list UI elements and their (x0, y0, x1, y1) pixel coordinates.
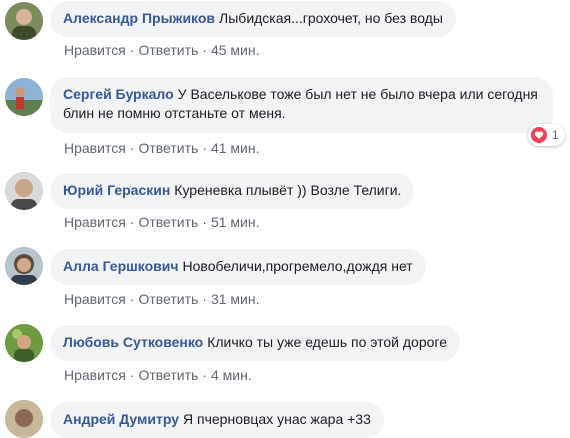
comment-text: Новобеличи,прогремело,дождя нет (182, 258, 413, 274)
comment-timestamp[interactable]: 45 мин. (211, 42, 260, 58)
comment-bubble: Алла Гершкович Новобеличи,прогремело,дожд… (50, 249, 426, 285)
comment-author[interactable]: Алла Гершкович (63, 258, 179, 274)
reply-link[interactable]: Ответить (138, 291, 198, 307)
avatar[interactable] (5, 172, 43, 210)
reaction-number: 1 (552, 128, 559, 142)
avatar-photo (5, 78, 43, 116)
comment-author[interactable]: Юрий Гераскин (63, 182, 170, 198)
avatar-photo (5, 247, 43, 285)
comment-timestamp[interactable]: 4 мин. (211, 367, 252, 383)
separator-dot: · (202, 214, 207, 230)
comment-text: Лыбидская...грохочет, но без воды (219, 10, 443, 26)
like-link[interactable]: Нравится (64, 291, 126, 307)
separator-dot: · (202, 291, 207, 307)
like-link[interactable]: Нравится (64, 367, 126, 383)
separator-dot: · (129, 214, 135, 230)
reaction-count[interactable]: 1 (528, 124, 565, 146)
comment-timestamp[interactable]: 31 мин. (211, 291, 260, 307)
like-link[interactable]: Нравится (64, 214, 126, 230)
reply-link[interactable]: Ответить (138, 214, 198, 230)
heart-icon (531, 127, 547, 143)
comment-bubble: Сергей Буркало У Васелькове тоже был нет … (50, 77, 553, 133)
like-link[interactable]: Нравится (64, 42, 126, 58)
comment-actions: Нравится · Ответить · 41 мин. (64, 140, 260, 156)
comment-author[interactable]: Любовь Сутковенко (63, 334, 203, 350)
comment-author[interactable]: Андрей Думитру (63, 411, 179, 427)
reply-link[interactable]: Ответить (138, 42, 198, 58)
comment-author[interactable]: Александр Прыжиков (63, 10, 215, 26)
comment-timestamp[interactable]: 41 мин. (211, 140, 260, 156)
avatar-photo (5, 324, 43, 362)
comment-bubble: Любовь Сутковенко Кличко ты уже едешь по … (50, 325, 460, 361)
separator-dot: · (129, 291, 135, 307)
comment-bubble: Юрий Гераскин Куреневка плывёт )) Возле Т… (50, 173, 415, 209)
separator-dot: · (129, 140, 135, 156)
avatar[interactable] (5, 324, 43, 362)
comment-author[interactable]: Сергей Буркало (63, 86, 174, 102)
separator-dot: · (129, 42, 135, 58)
comment-actions: Нравится · Ответить · 51 мин. (64, 214, 260, 230)
separator-dot: · (202, 367, 207, 383)
avatar[interactable] (5, 78, 43, 116)
comment-bubble: Александр Прыжиков Лыбидская...грохочет, … (50, 1, 456, 37)
comment-text: Я пчерновцах унас жара +33 (183, 411, 371, 427)
comment-text: Кличко ты уже едешь по этой дороге (207, 334, 447, 350)
comment-actions: Нравится · Ответить · 45 мин. (64, 42, 260, 58)
comment-bubble: Андрей Думитру Я пчерновцах унас жара +33 (50, 402, 384, 438)
reply-link[interactable]: Ответить (138, 367, 198, 383)
separator-dot: · (129, 367, 135, 383)
avatar[interactable] (5, 400, 43, 438)
avatar-photo (5, 172, 43, 210)
avatar-photo (5, 2, 43, 40)
comment-timestamp[interactable]: 51 мин. (211, 214, 260, 230)
separator-dot: · (202, 42, 207, 58)
avatar-photo (5, 400, 43, 438)
avatar[interactable] (5, 247, 43, 285)
comment-actions: Нравится · Ответить · 31 мин. (64, 291, 260, 307)
comment-actions: Нравится · Ответить · 4 мин. (64, 367, 252, 383)
avatar[interactable] (5, 2, 43, 40)
reply-link[interactable]: Ответить (138, 140, 198, 156)
separator-dot: · (202, 140, 207, 156)
like-link[interactable]: Нравится (64, 140, 126, 156)
comment-text: Куреневка плывёт )) Возле Телиги. (174, 182, 402, 198)
